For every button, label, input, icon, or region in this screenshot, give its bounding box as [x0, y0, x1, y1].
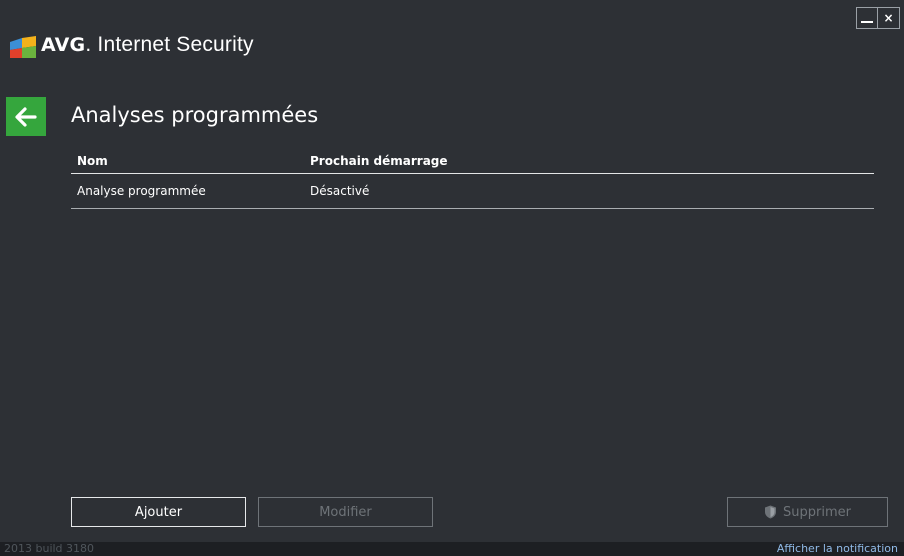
edit-button[interactable]: Modifier — [258, 497, 433, 527]
avg-logo-icon — [10, 36, 36, 58]
close-button[interactable]: × — [878, 7, 900, 29]
close-icon: × — [883, 11, 894, 25]
status-bar: 2013 build 3180 Afficher la notification — [0, 542, 904, 556]
window-controls: × — [856, 7, 900, 29]
app-title: AVG. Internet Security — [41, 33, 254, 56]
arrow-left-icon — [15, 106, 37, 127]
app-window: × AVG. Internet Security Analyses progra… — [0, 0, 904, 556]
table-header: Nom Prochain démarrage — [71, 148, 874, 174]
minimize-icon — [861, 21, 873, 23]
cell-next-start: Désactivé — [310, 184, 370, 198]
product-name: Internet Security — [97, 33, 254, 56]
add-button[interactable]: Ajouter — [71, 497, 246, 527]
cell-scan-name: Analyse programmée — [77, 184, 206, 198]
shield-icon — [765, 505, 777, 519]
show-notification-link[interactable]: Afficher la notification — [777, 542, 898, 556]
column-header-next-start[interactable]: Prochain démarrage — [307, 154, 874, 168]
minimize-button[interactable] — [856, 7, 878, 29]
page-title: Analyses programmées — [71, 103, 319, 127]
column-header-name[interactable]: Nom — [71, 154, 307, 168]
delete-button[interactable]: Supprimer — [727, 497, 888, 527]
back-button[interactable] — [6, 97, 46, 136]
brand-name: AVG — [41, 34, 86, 56]
delete-button-label: Supprimer — [783, 504, 851, 520]
build-info: 2013 build 3180 — [4, 542, 95, 555]
table-row[interactable]: Analyse programmée Désactivé — [71, 174, 874, 209]
scheduled-scans-table: Nom Prochain démarrage Analyse programmé… — [71, 148, 874, 209]
